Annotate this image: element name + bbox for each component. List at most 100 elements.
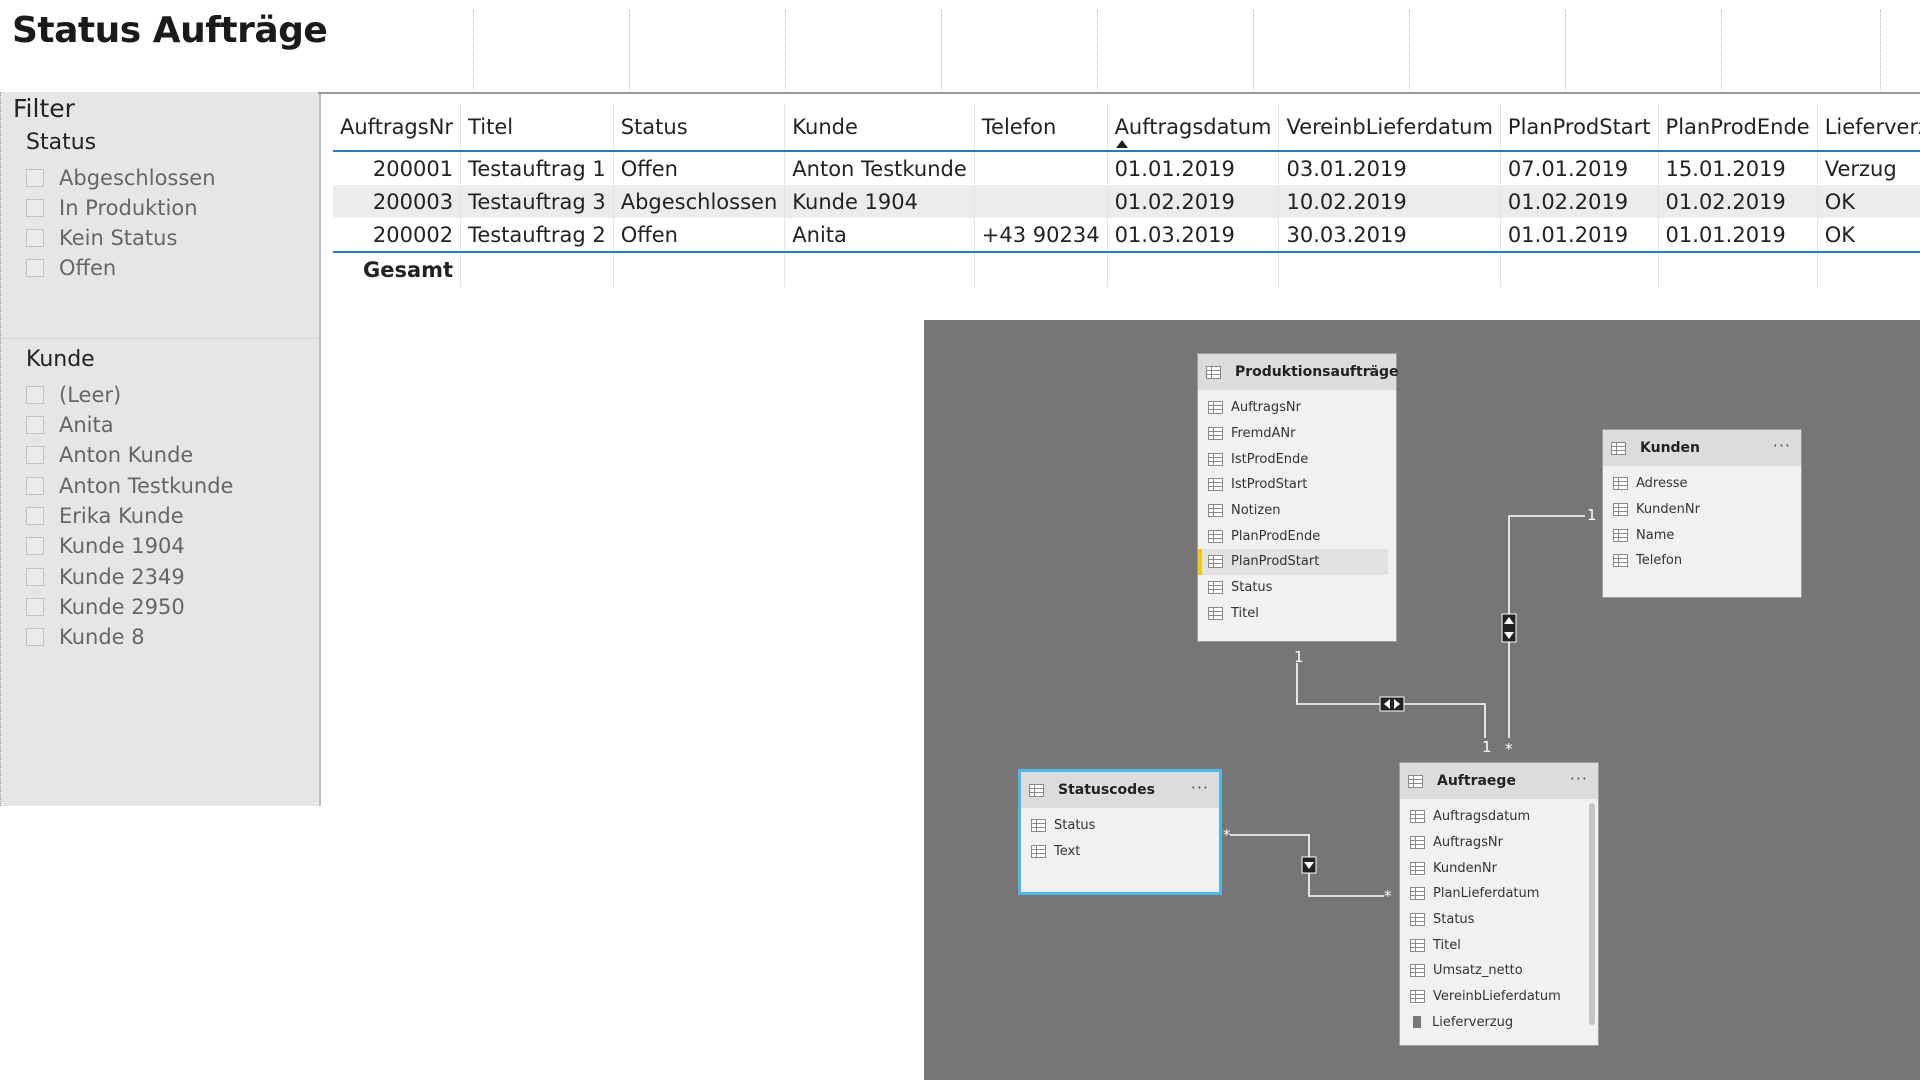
column-header[interactable]: Titel bbox=[460, 104, 614, 152]
table-card-auftraege[interactable]: Auftraege ··· Auftragsdatum AuftragsNr K… bbox=[1399, 762, 1599, 1046]
checkbox[interactable] bbox=[26, 568, 44, 586]
field-name: KundenNr bbox=[1636, 502, 1700, 518]
column-icon bbox=[1208, 427, 1223, 441]
more-options-icon[interactable]: ··· bbox=[1773, 436, 1791, 455]
field[interactable]: Status bbox=[1400, 907, 1598, 933]
field[interactable]: Titel bbox=[1198, 601, 1396, 627]
field[interactable]: Status bbox=[1198, 575, 1396, 601]
divider bbox=[473, 10, 474, 90]
table-card-header[interactable]: Auftraege ··· bbox=[1400, 763, 1598, 799]
field[interactable]: AuftragsNr bbox=[1400, 830, 1598, 856]
kunde-option[interactable]: Erika Kunde bbox=[26, 502, 184, 530]
column-icon bbox=[1031, 845, 1046, 859]
more-options-icon[interactable]: ··· bbox=[1191, 778, 1209, 797]
cell bbox=[974, 151, 1108, 185]
field-name: Titel bbox=[1231, 605, 1259, 621]
status-option[interactable]: Abgeschlossen bbox=[26, 164, 216, 192]
crossfilter-both-icon bbox=[1501, 613, 1517, 643]
field[interactable]: IstProdStart bbox=[1198, 472, 1396, 498]
status-option[interactable]: Kein Status bbox=[26, 224, 177, 252]
checkbox[interactable] bbox=[26, 199, 44, 217]
column-header[interactable]: Kunde bbox=[784, 104, 975, 152]
table-card-statuscodes[interactable]: Statuscodes ··· Status Text bbox=[1018, 769, 1222, 895]
field-highlighted[interactable]: PlanProdStart bbox=[1198, 549, 1388, 575]
table-card-header[interactable]: Statuscodes ··· bbox=[1021, 772, 1219, 808]
column-header-sorted[interactable]: Auftragsdatum bbox=[1107, 104, 1280, 152]
column-header[interactable]: VereinbLieferdatum bbox=[1278, 104, 1501, 152]
kunde-option[interactable]: Kunde 2349 bbox=[26, 563, 185, 591]
checkbox[interactable] bbox=[26, 386, 44, 404]
field[interactable]: PlanLieferdatum bbox=[1400, 881, 1598, 907]
table-name: Statuscodes bbox=[1058, 782, 1155, 798]
column-header[interactable]: PlanProdEnde bbox=[1658, 104, 1818, 152]
cell: Kunde 1904 bbox=[784, 185, 975, 218]
column-header[interactable]: Lieferverzug bbox=[1817, 104, 1920, 152]
field-name: Titel bbox=[1433, 937, 1461, 953]
field[interactable]: KundenNr bbox=[1603, 497, 1801, 523]
table-card-produktionsauftraege[interactable]: Produktionsaufträge ··· AuftragsNr Fremd… bbox=[1197, 353, 1399, 642]
checkbox[interactable] bbox=[26, 537, 44, 555]
field[interactable]: Umsatz_netto bbox=[1400, 958, 1598, 984]
divider bbox=[785, 10, 786, 90]
cell: 01.03.2019 bbox=[1107, 218, 1280, 253]
more-options-icon[interactable]: ··· bbox=[1570, 769, 1588, 788]
column-icon bbox=[1410, 836, 1425, 850]
field-name: PlanProdEnde bbox=[1231, 528, 1321, 544]
checkbox[interactable] bbox=[26, 477, 44, 495]
table-card-header[interactable]: Produktionsaufträge ··· bbox=[1198, 354, 1399, 390]
kunde-option[interactable]: Kunde 8 bbox=[26, 623, 145, 651]
kunde-option-label: Anton Testkunde bbox=[59, 474, 234, 498]
field[interactable]: VereinbLieferdatum bbox=[1400, 984, 1598, 1010]
field[interactable]: Name bbox=[1603, 522, 1801, 548]
checkbox[interactable] bbox=[26, 446, 44, 464]
more-options-icon[interactable]: ··· bbox=[1368, 360, 1386, 379]
field[interactable]: Auftragsdatum bbox=[1400, 804, 1598, 830]
cardinality-one: 1 bbox=[1482, 738, 1492, 756]
field[interactable]: Telefon bbox=[1603, 548, 1801, 574]
kunde-option[interactable]: Anton Kunde bbox=[26, 441, 193, 469]
column-header[interactable]: PlanProdStart bbox=[1500, 104, 1659, 152]
kunde-option[interactable]: Anita bbox=[26, 411, 114, 439]
column-icon bbox=[1410, 964, 1425, 978]
checkbox[interactable] bbox=[26, 416, 44, 434]
kunde-option[interactable]: (Leer) bbox=[26, 381, 121, 409]
table-icon bbox=[1408, 774, 1423, 788]
column-header[interactable]: Telefon bbox=[974, 104, 1108, 152]
field[interactable]: FremdANr bbox=[1198, 421, 1396, 447]
kunde-option[interactable]: Kunde 1904 bbox=[26, 532, 185, 560]
field[interactable]: Notizen bbox=[1198, 498, 1396, 524]
table-card-kunden[interactable]: Kunden ··· Adresse KundenNr Name Telefon bbox=[1602, 429, 1802, 598]
field[interactable]: AuftragsNr bbox=[1198, 395, 1396, 421]
field[interactable]: Titel bbox=[1400, 932, 1598, 958]
cell: +43 90234 bbox=[974, 218, 1108, 253]
field[interactable]: Text bbox=[1021, 839, 1219, 865]
status-option[interactable]: In Produktion bbox=[26, 194, 198, 222]
kunde-option-label: Anita bbox=[59, 413, 114, 437]
kunde-option[interactable]: Kunde 2950 bbox=[26, 593, 185, 621]
column-header[interactable]: Status bbox=[613, 104, 786, 152]
table-row[interactable]: 200001 Testauftrag 1 Offen Anton Testkun… bbox=[333, 151, 1920, 185]
field[interactable]: Status bbox=[1021, 813, 1219, 839]
field-name: FremdANr bbox=[1231, 426, 1296, 442]
field[interactable]: KundenNr bbox=[1400, 855, 1598, 881]
table-card-header[interactable]: Kunden ··· bbox=[1603, 430, 1801, 466]
table-row[interactable]: 200003 Testauftrag 3 Abgeschlossen Kunde… bbox=[333, 185, 1920, 218]
checkbox[interactable] bbox=[26, 229, 44, 247]
field[interactable]: IstProdEnde bbox=[1198, 446, 1396, 472]
kunde-option[interactable]: Anton Testkunde bbox=[26, 472, 233, 500]
field[interactable]: Adresse bbox=[1603, 471, 1801, 497]
checkbox[interactable] bbox=[26, 259, 44, 277]
field-measure[interactable]: Lieferverzug bbox=[1400, 1010, 1598, 1036]
checkbox[interactable] bbox=[26, 169, 44, 187]
checkbox[interactable] bbox=[26, 628, 44, 646]
column-icon bbox=[1208, 504, 1223, 518]
status-option-label: In Produktion bbox=[59, 196, 198, 220]
field[interactable]: PlanProdEnde bbox=[1198, 523, 1396, 549]
total-label: Gesamt bbox=[333, 252, 462, 287]
table-row[interactable]: 200002 Testauftrag 2 Offen Anita +43 902… bbox=[333, 218, 1920, 253]
checkbox[interactable] bbox=[26, 598, 44, 616]
checkbox[interactable] bbox=[26, 507, 44, 525]
status-option[interactable]: Offen bbox=[26, 254, 116, 282]
column-icon bbox=[1208, 452, 1223, 466]
column-header[interactable]: AuftragsNr bbox=[333, 104, 462, 152]
